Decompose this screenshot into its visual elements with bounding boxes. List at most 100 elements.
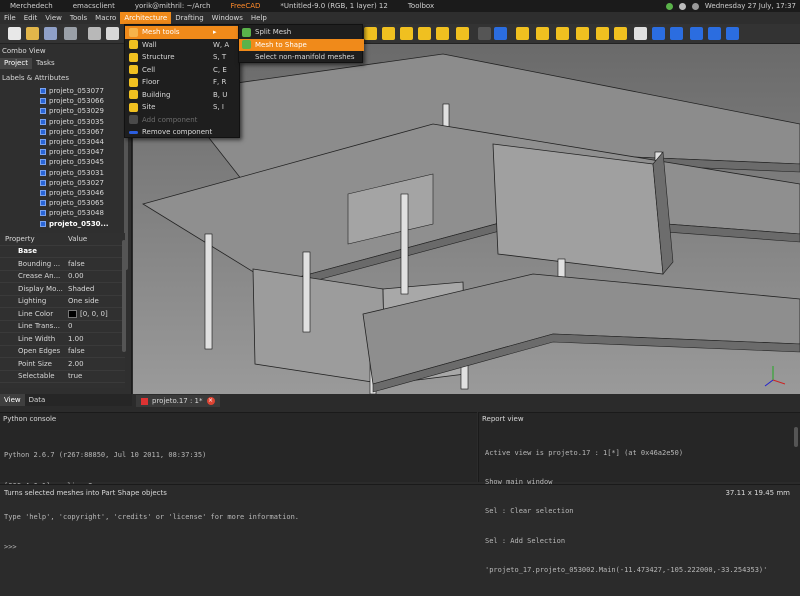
task-freecad[interactable]: FreeCAD bbox=[220, 2, 270, 10]
view-top-icon[interactable] bbox=[418, 27, 431, 40]
menu-architecture[interactable]: Architecture bbox=[120, 12, 172, 24]
offset-icon[interactable] bbox=[690, 27, 703, 40]
menu-item-floor[interactable]: Floor F, R bbox=[125, 76, 241, 89]
clock[interactable]: Wednesday 27 July, 17:37 bbox=[705, 2, 796, 10]
checkbox-icon[interactable] bbox=[40, 128, 46, 135]
task-toolbox[interactable]: Toolbox bbox=[398, 2, 444, 10]
checkbox-icon[interactable] bbox=[40, 88, 46, 95]
tree-item[interactable]: projeto_053044 bbox=[40, 137, 126, 147]
report-scrollbar[interactable] bbox=[794, 427, 798, 447]
tab-tasks[interactable]: Tasks bbox=[32, 58, 59, 69]
tab-view[interactable]: View bbox=[0, 394, 25, 406]
checkbox-icon[interactable] bbox=[40, 118, 46, 125]
checkbox-icon[interactable] bbox=[40, 108, 46, 115]
property-row[interactable]: Line Trans... 0 bbox=[0, 321, 125, 333]
tab-project[interactable]: Project bbox=[0, 58, 32, 69]
property-row[interactable]: Line Color [0, 0, 0] bbox=[0, 308, 125, 321]
close-icon[interactable]: × bbox=[206, 397, 215, 405]
tree-item[interactable]: projeto_053066 bbox=[40, 96, 126, 106]
rotate-icon[interactable] bbox=[670, 27, 683, 40]
menu-item-structure[interactable]: Structure S, T bbox=[125, 51, 241, 64]
task-gimp[interactable]: *Untitled-9.0 (RGB, 1 layer) 12 bbox=[270, 2, 397, 10]
menu-tools[interactable]: Tools bbox=[66, 12, 91, 24]
property-scrollbar[interactable] bbox=[122, 240, 126, 352]
python-console-output[interactable]: Python 2.6.7 (r267:88850, Jul 10 2011, 0… bbox=[4, 430, 299, 573]
tree-item[interactable]: projeto_053035 bbox=[40, 117, 126, 127]
new-file-icon[interactable] bbox=[8, 27, 21, 40]
color-swatch[interactable] bbox=[68, 309, 77, 318]
property-row[interactable]: Bounding ... false bbox=[0, 258, 125, 271]
menu-item-split-mesh[interactable]: Split Mesh bbox=[239, 26, 364, 39]
task-terminal[interactable]: yorik@mithril: ~/Arch bbox=[125, 2, 221, 10]
menu-item-building[interactable]: Building B, U bbox=[125, 89, 241, 102]
measure-icon[interactable] bbox=[456, 27, 469, 40]
tab-data[interactable]: Data bbox=[25, 394, 50, 406]
plus-icon[interactable] bbox=[478, 27, 491, 40]
task-merchedech[interactable]: Merchedech bbox=[0, 2, 63, 10]
view-front-icon[interactable] bbox=[400, 27, 413, 40]
menu-view[interactable]: View bbox=[41, 12, 66, 24]
tree-item[interactable]: projeto_053067 bbox=[40, 127, 126, 137]
property-row[interactable]: Crease An... 0.00 bbox=[0, 271, 125, 283]
checkbox-icon[interactable] bbox=[40, 169, 46, 176]
tree-item[interactable]: projeto_053031 bbox=[40, 168, 126, 178]
minus-icon[interactable] bbox=[494, 27, 507, 40]
checkbox-icon[interactable] bbox=[40, 189, 46, 196]
report-view-output[interactable]: Active view is projeto.17 : 1[*] (at 0x4… bbox=[485, 429, 767, 596]
tree-item[interactable]: projeto_053045 bbox=[40, 157, 126, 167]
view-fit-icon[interactable] bbox=[364, 27, 377, 40]
menu-windows[interactable]: Windows bbox=[208, 12, 247, 24]
arc-icon[interactable] bbox=[596, 27, 609, 40]
checkbox-icon[interactable] bbox=[40, 159, 46, 166]
property-row[interactable]: Point Size 2.00 bbox=[0, 358, 125, 371]
report-view[interactable]: Report view Active view is projeto.17 : … bbox=[478, 412, 800, 574]
property-row[interactable]: Lighting One side bbox=[0, 296, 125, 308]
checkbox-icon[interactable] bbox=[40, 139, 46, 146]
menu-item-site[interactable]: Site S, I bbox=[125, 101, 241, 114]
line-icon[interactable] bbox=[516, 27, 529, 40]
tree-item[interactable]: projeto_053077 bbox=[40, 86, 126, 96]
downgrade-icon[interactable] bbox=[726, 27, 739, 40]
tray-volume-icon[interactable] bbox=[691, 2, 699, 10]
menu-item-wall[interactable]: Wall W, A bbox=[125, 39, 241, 52]
checkbox-icon[interactable] bbox=[40, 149, 46, 156]
rectangle-icon[interactable] bbox=[556, 27, 569, 40]
menu-item-remove-component[interactable]: Remove component bbox=[125, 126, 241, 139]
tray-status-icon[interactable] bbox=[665, 2, 673, 10]
menu-macro[interactable]: Macro bbox=[91, 12, 120, 24]
property-group-base[interactable]: Base bbox=[0, 246, 125, 258]
tree-item[interactable]: projeto_053048 bbox=[40, 208, 126, 218]
menu-item-select-non-manifold[interactable]: Select non-manifold meshes bbox=[239, 51, 364, 64]
property-row[interactable]: Open Edges false bbox=[0, 346, 125, 358]
menu-item-cell[interactable]: Cell C, E bbox=[125, 64, 241, 77]
move-icon[interactable] bbox=[652, 27, 665, 40]
menu-item-mesh-tools[interactable]: Mesh tools ▸ bbox=[125, 26, 241, 39]
tree-item[interactable]: projeto_053029 bbox=[40, 106, 126, 116]
menu-drafting[interactable]: Drafting bbox=[171, 12, 207, 24]
view-right-icon[interactable] bbox=[436, 27, 449, 40]
print-icon[interactable] bbox=[64, 27, 77, 40]
checkbox-icon[interactable] bbox=[40, 200, 46, 207]
checkbox-icon[interactable] bbox=[40, 179, 46, 186]
cut-icon[interactable] bbox=[88, 27, 101, 40]
tree-item-selected[interactable]: projeto_0530... bbox=[40, 218, 126, 228]
menu-file[interactable]: File bbox=[0, 12, 20, 24]
python-console[interactable]: Python console Python 2.6.7 (r267:88850,… bbox=[0, 412, 477, 551]
property-row[interactable]: Selectable true bbox=[0, 371, 125, 383]
tray-mail-icon[interactable] bbox=[678, 2, 686, 10]
upgrade-icon[interactable] bbox=[708, 27, 721, 40]
checkbox-icon[interactable] bbox=[40, 98, 46, 105]
menu-help[interactable]: Help bbox=[247, 12, 271, 24]
point-icon[interactable] bbox=[614, 27, 627, 40]
circle-icon[interactable] bbox=[576, 27, 589, 40]
tree-item[interactable]: projeto_053047 bbox=[40, 147, 126, 157]
save-icon[interactable] bbox=[44, 27, 57, 40]
checkbox-icon[interactable] bbox=[40, 210, 46, 217]
copy-icon[interactable] bbox=[106, 27, 119, 40]
checkbox-icon[interactable] bbox=[40, 220, 46, 227]
property-row[interactable]: Line Width 1.00 bbox=[0, 333, 125, 346]
open-file-icon[interactable] bbox=[26, 27, 39, 40]
tree-item[interactable]: projeto_053046 bbox=[40, 188, 126, 198]
menu-item-mesh-to-shape[interactable]: Mesh to Shape bbox=[239, 38, 364, 51]
view-axo-icon[interactable] bbox=[382, 27, 395, 40]
